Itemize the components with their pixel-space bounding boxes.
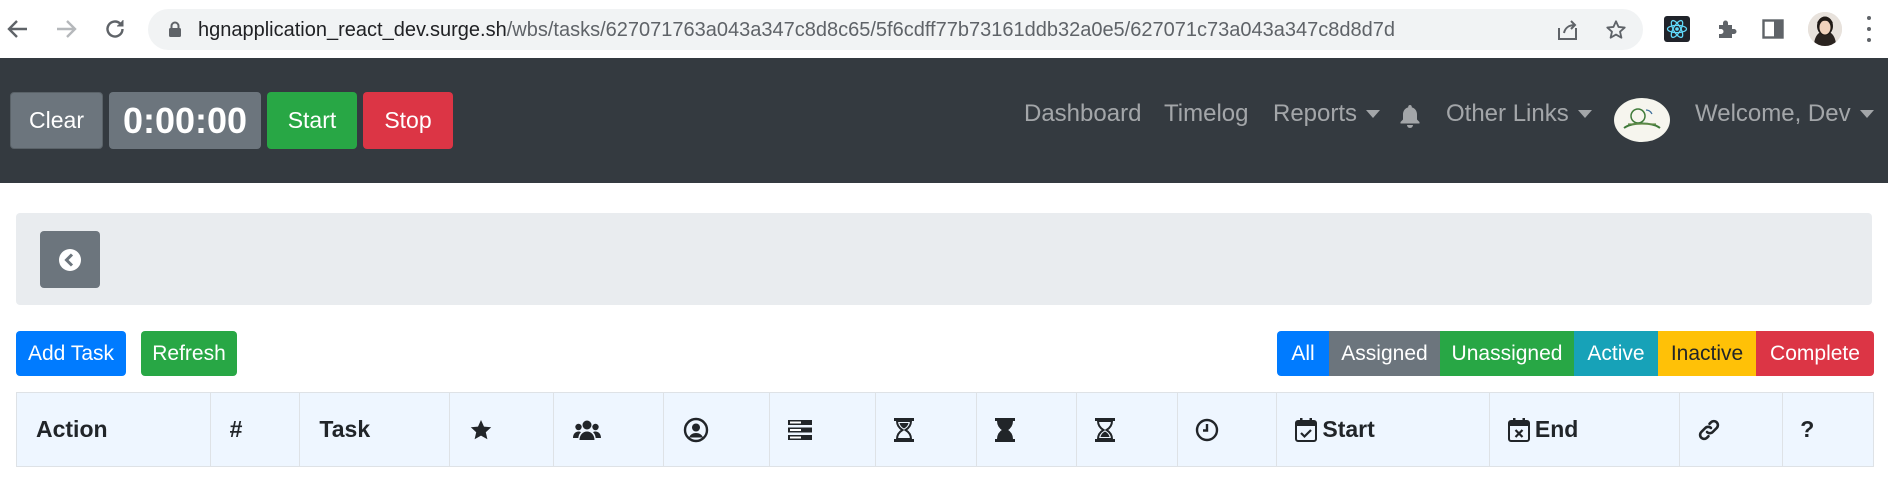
- hourglass-end-icon: [1094, 417, 1115, 442]
- address-bar[interactable]: hgnapplication_react_dev.surge.sh/wbs/ta…: [148, 9, 1643, 50]
- column-header-end-label: End: [1534, 416, 1579, 442]
- filter-active-button[interactable]: Active: [1574, 331, 1658, 376]
- server-stack-icon: [788, 419, 813, 440]
- column-header-links[interactable]: [1680, 393, 1784, 466]
- filter-unassigned-button[interactable]: Unassigned: [1440, 331, 1574, 376]
- caret-down-icon: [1577, 110, 1592, 118]
- kebab-menu-icon[interactable]: [1866, 16, 1872, 42]
- task-table-header: Action # Task Start End ?: [16, 392, 1874, 467]
- extensions-puzzle-icon[interactable]: [1712, 14, 1742, 44]
- clock-icon: [1195, 418, 1218, 441]
- link-icon: [1699, 419, 1720, 440]
- column-header-assigned[interactable]: [664, 393, 771, 466]
- column-header-resources[interactable]: [554, 393, 664, 466]
- caret-down-icon: [1366, 110, 1381, 118]
- calendar-times-icon: [1507, 417, 1530, 442]
- user-circle-icon: [683, 417, 708, 442]
- nav-reports-dropdown[interactable]: Reports: [1273, 100, 1381, 128]
- welcome-user-label: Welcome, Dev: [1695, 100, 1851, 127]
- back-arrow-icon[interactable]: [3, 14, 33, 44]
- profile-avatar[interactable]: [1808, 12, 1842, 46]
- filter-inactive-button[interactable]: Inactive: [1658, 331, 1756, 376]
- nav-other-links-dropdown[interactable]: Other Links: [1446, 100, 1592, 128]
- app-navbar: Clear 0:00:00 Start Stop Dashboard Timel…: [0, 58, 1888, 183]
- users-icon: [572, 420, 601, 440]
- start-timer-button[interactable]: Start: [267, 92, 357, 149]
- column-header-task[interactable]: Task: [300, 393, 451, 466]
- column-header-help-label: ?: [1800, 416, 1815, 442]
- column-header-priority[interactable]: [450, 393, 554, 466]
- refresh-button[interactable]: Refresh: [141, 331, 237, 376]
- column-header-number-label: #: [229, 416, 243, 442]
- column-header-estimated-hours[interactable]: [1178, 393, 1278, 466]
- side-panel-icon[interactable]: [1758, 14, 1788, 44]
- filter-assigned-button[interactable]: Assigned: [1329, 331, 1440, 376]
- nav-reports-label: Reports: [1273, 100, 1358, 127]
- chevron-circle-left-icon: [59, 248, 81, 271]
- calendar-check-icon: [1295, 417, 1318, 442]
- column-header-start[interactable]: Start: [1277, 393, 1490, 466]
- column-header-hours-best[interactable]: [876, 393, 977, 466]
- column-header-hours-most[interactable]: [1077, 393, 1178, 466]
- hourglass-half-icon: [994, 417, 1015, 442]
- add-task-button[interactable]: Add Task: [16, 331, 126, 376]
- caret-down-icon: [1859, 110, 1874, 118]
- nav-other-links-label: Other Links: [1446, 100, 1569, 127]
- clear-timer-button[interactable]: Clear: [10, 92, 103, 149]
- column-header-status[interactable]: [770, 393, 877, 466]
- column-header-action[interactable]: Action: [17, 393, 211, 466]
- browser-toolbar: hgnapplication_react_dev.surge.sh/wbs/ta…: [0, 0, 1888, 58]
- nav-welcome-dropdown[interactable]: Welcome, Dev: [1695, 100, 1874, 128]
- lock-icon: [168, 21, 182, 43]
- back-button[interactable]: [40, 231, 100, 288]
- timer-display: 0:00:00: [109, 92, 261, 149]
- one-community-logo[interactable]: [1614, 98, 1670, 142]
- stop-timer-button[interactable]: Stop: [363, 92, 453, 149]
- star-icon: [470, 419, 492, 439]
- column-header-start-label: Start: [1322, 416, 1375, 442]
- filter-all-button[interactable]: All: [1277, 331, 1329, 376]
- react-devtools-icon[interactable]: [1664, 16, 1690, 42]
- share-icon[interactable]: [1556, 19, 1580, 41]
- reload-icon[interactable]: [100, 14, 130, 44]
- url-text: hgnapplication_react_dev.surge.sh/wbs/ta…: [198, 19, 1395, 41]
- bell-icon[interactable]: [1398, 103, 1422, 134]
- column-header-action-label: Action: [36, 416, 108, 442]
- bookmark-star-icon[interactable]: [1604, 19, 1628, 41]
- nav-dashboard-link[interactable]: Dashboard: [1024, 100, 1141, 128]
- column-header-number[interactable]: #: [211, 393, 301, 466]
- forward-arrow-icon[interactable]: [51, 14, 81, 44]
- column-header-help[interactable]: ?: [1783, 393, 1873, 466]
- column-header-task-label: Task: [319, 416, 371, 442]
- column-header-hours-worst[interactable]: [977, 393, 1077, 466]
- nav-timelog-link[interactable]: Timelog: [1164, 100, 1248, 128]
- breadcrumb: [16, 213, 1872, 305]
- column-header-end[interactable]: End: [1490, 393, 1681, 466]
- hourglass-start-icon: [894, 417, 915, 442]
- filter-complete-button[interactable]: Complete: [1756, 331, 1874, 376]
